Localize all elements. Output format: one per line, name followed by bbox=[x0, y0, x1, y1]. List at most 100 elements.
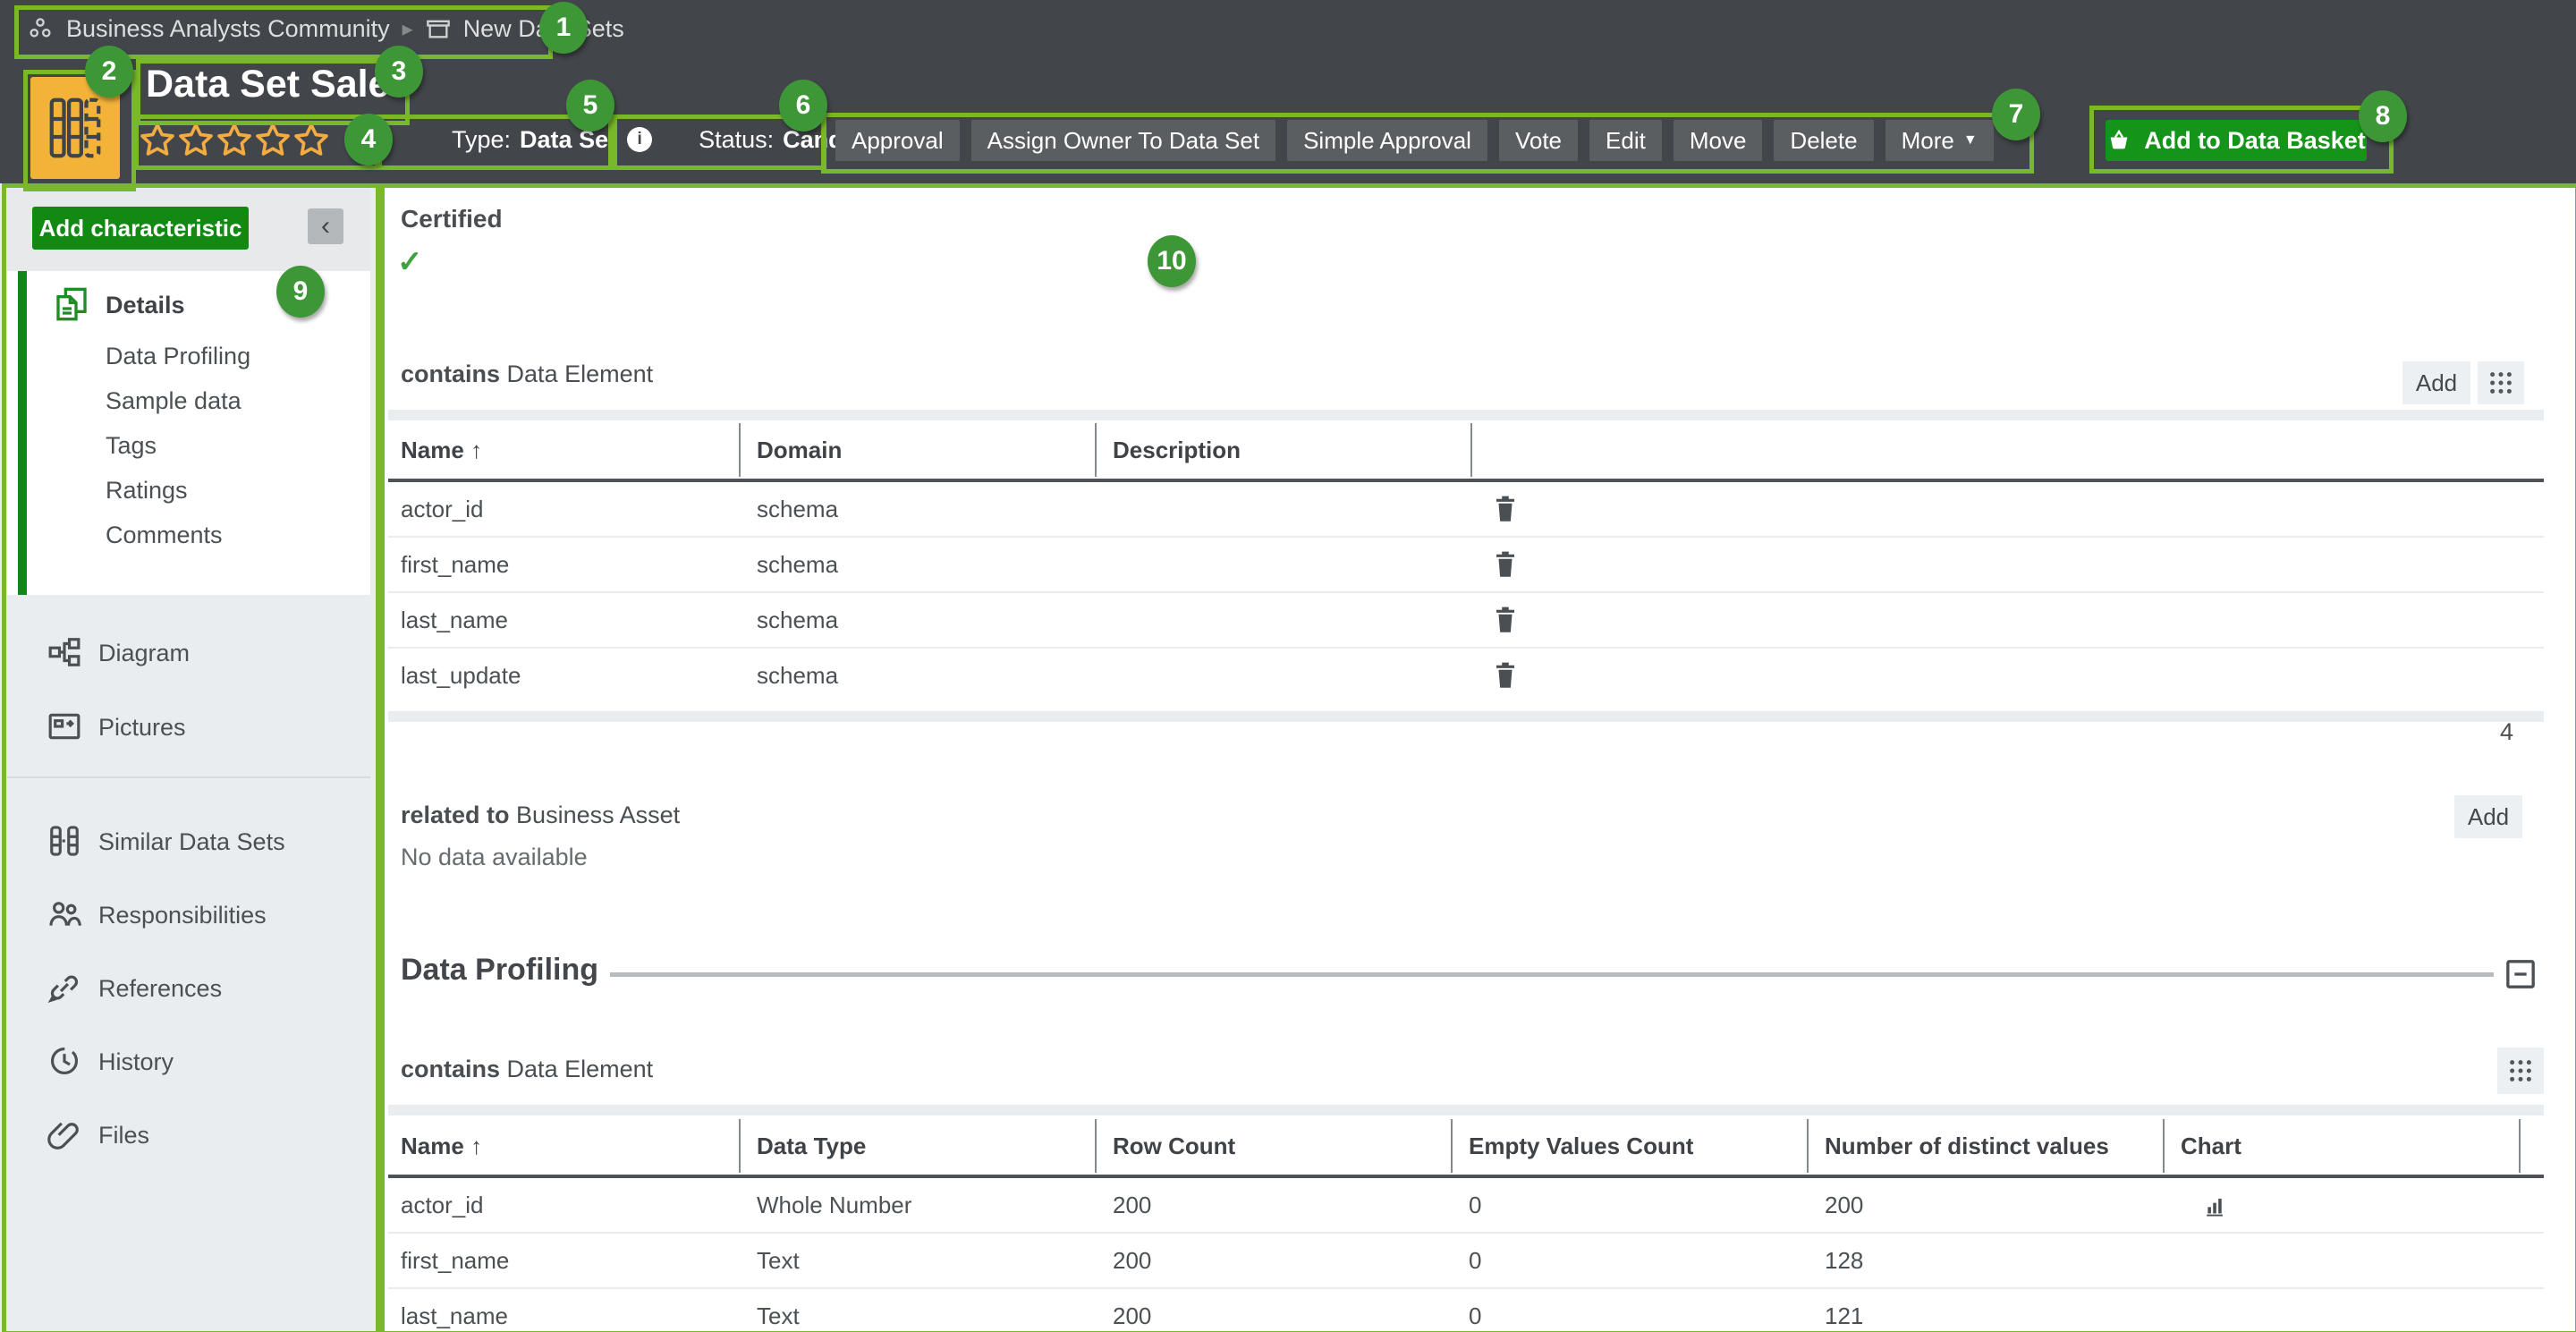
more-button[interactable]: More ▼ bbox=[1885, 120, 1994, 161]
contains-data-element-heading: contains Data Element bbox=[401, 361, 653, 388]
screen: Business Analysts Community ▸ New Data S… bbox=[0, 0, 2576, 1332]
delete-row-trash-icon[interactable] bbox=[1492, 494, 1519, 524]
rating-count: (0) bbox=[343, 126, 373, 154]
certified-heading: Certified bbox=[401, 205, 503, 233]
app-header: Business Analysts Community ▸ New Data S… bbox=[0, 0, 2576, 183]
add-related-button[interactable]: Add bbox=[2454, 795, 2522, 838]
info-icon[interactable]: i bbox=[627, 127, 652, 152]
column-settings-grid-icon[interactable] bbox=[2497, 1048, 2544, 1094]
column-header-row-count[interactable]: Row Count bbox=[1113, 1117, 1235, 1175]
community-icon bbox=[27, 15, 54, 42]
caret-down-icon: ▼ bbox=[1963, 120, 1978, 161]
sidebar-divider bbox=[7, 776, 370, 778]
sort-ascending-icon: ↑ bbox=[470, 437, 482, 463]
sidebar-item-data-profiling[interactable]: Data Profiling bbox=[106, 343, 250, 370]
sidebar-header: Add characteristic ‹ bbox=[7, 189, 370, 271]
sidebar-item-comments[interactable]: Comments bbox=[106, 522, 223, 549]
column-header-name[interactable]: Name ↑ bbox=[401, 421, 482, 479]
breadcrumb-community-link[interactable]: Business Analysts Community bbox=[66, 15, 390, 43]
pictures-icon bbox=[47, 708, 82, 744]
references-icon bbox=[47, 970, 82, 1005]
delete-row-trash-icon[interactable] bbox=[1492, 605, 1519, 635]
rating-stars[interactable] bbox=[140, 122, 329, 157]
assign-owner-button[interactable]: Assign Owner To Data Set bbox=[971, 120, 1275, 161]
star-icon bbox=[216, 122, 252, 157]
delete-button[interactable]: Delete bbox=[1774, 120, 1873, 161]
move-button[interactable]: Move bbox=[1674, 120, 1763, 161]
star-icon bbox=[255, 122, 291, 157]
sidebar-item-history[interactable]: History bbox=[98, 1048, 174, 1076]
table-top-strip bbox=[388, 410, 2544, 420]
table-row[interactable]: first_name Text 200 0 128 bbox=[388, 1234, 2544, 1289]
star-icon bbox=[293, 122, 329, 157]
vote-button[interactable]: Vote bbox=[1499, 120, 1578, 161]
contains-data-element-heading-2: contains Data Element bbox=[401, 1056, 653, 1083]
bar-chart-icon[interactable] bbox=[2206, 1193, 2229, 1217]
column-settings-grid-icon[interactable] bbox=[2478, 361, 2524, 404]
similar-data-sets-icon bbox=[47, 823, 82, 859]
column-header-empty-values[interactable]: Empty Values Count bbox=[1469, 1117, 1693, 1175]
sidebar-item-tags[interactable]: Tags bbox=[106, 432, 157, 460]
sidebar-item-pictures[interactable]: Pictures bbox=[98, 714, 186, 742]
column-header-domain[interactable]: Domain bbox=[757, 421, 842, 479]
table-row[interactable]: actor_id schema bbox=[388, 482, 2544, 538]
profiling-table-header: Name ↑ Data Type Row Count Empty Values … bbox=[388, 1117, 2544, 1175]
no-data-text: No data available bbox=[401, 844, 588, 871]
section-rule bbox=[610, 972, 2494, 977]
column-header-name[interactable]: Name ↑ bbox=[401, 1117, 482, 1175]
approval-button[interactable]: Approval bbox=[835, 120, 960, 161]
add-characteristic-button[interactable]: Add characteristic bbox=[32, 207, 249, 250]
add-to-data-basket-button[interactable]: Add to Data Basket bbox=[2106, 120, 2367, 161]
sidebar-item-sample-data[interactable]: Sample data bbox=[106, 387, 242, 415]
status-label: Status: bbox=[699, 126, 774, 154]
sidebar-item-files[interactable]: Files bbox=[98, 1122, 149, 1150]
diagram-icon bbox=[47, 634, 82, 670]
breadcrumb-separator-icon: ▸ bbox=[402, 16, 413, 42]
table-row[interactable]: first_name schema bbox=[388, 538, 2544, 593]
star-icon bbox=[140, 122, 175, 157]
add-data-element-button[interactable]: Add bbox=[2402, 361, 2470, 404]
table-row[interactable]: actor_id Whole Number 200 0 200 bbox=[388, 1178, 2544, 1234]
delete-row-trash-icon[interactable] bbox=[1492, 660, 1519, 691]
sidebar-item-diagram[interactable]: Diagram bbox=[98, 640, 190, 667]
table-bottom-strip bbox=[388, 711, 2544, 722]
row-count-total: 4 bbox=[2370, 718, 2513, 746]
history-icon bbox=[47, 1043, 82, 1079]
sidebar-details-section: Details Data Profiling Sample data Tags … bbox=[7, 271, 370, 595]
basket-icon bbox=[2106, 128, 2131, 153]
data-set-type-icon bbox=[30, 77, 120, 179]
contains-table-header: Name ↑ Domain Description bbox=[388, 421, 2544, 479]
files-paperclip-icon bbox=[47, 1116, 82, 1152]
certified-check-icon: ✓ bbox=[397, 244, 423, 280]
table-row[interactable]: last_update schema bbox=[388, 649, 2544, 702]
related-to-heading: related to Business Asset bbox=[401, 802, 680, 829]
breadcrumb: Business Analysts Community ▸ New Data S… bbox=[27, 13, 624, 45]
column-header-description[interactable]: Description bbox=[1113, 421, 1241, 479]
column-header-distinct-values[interactable]: Number of distinct values bbox=[1825, 1117, 2109, 1175]
sidebar-item-similar-data-sets[interactable]: Similar Data Sets bbox=[98, 828, 285, 856]
data-profiling-heading: Data Profiling bbox=[401, 953, 598, 988]
type-value: Data Set bbox=[520, 126, 616, 154]
delete-row-trash-icon[interactable] bbox=[1492, 549, 1519, 580]
sort-ascending-icon: ↑ bbox=[470, 1133, 482, 1159]
active-section-indicator bbox=[18, 271, 27, 595]
collapse-section-icon[interactable] bbox=[2503, 956, 2538, 992]
column-header-data-type[interactable]: Data Type bbox=[757, 1117, 866, 1175]
action-toolbar: Approval Assign Owner To Data Set Simple… bbox=[835, 120, 1994, 161]
table-row[interactable]: last_name schema bbox=[388, 593, 2544, 649]
domain-icon bbox=[426, 16, 451, 41]
asset-meta-row: (0) Type: Data Set i Status: Candidate bbox=[140, 118, 900, 161]
sidebar-item-responsibilities[interactable]: Responsibilities bbox=[98, 902, 267, 929]
table-top-strip bbox=[388, 1105, 2544, 1116]
breadcrumb-domain-link[interactable]: New Data Sets bbox=[463, 15, 624, 43]
details-document-icon bbox=[54, 286, 89, 322]
sidebar-item-ratings[interactable]: Ratings bbox=[106, 477, 188, 505]
table-row[interactable]: last_name Text 200 0 121 bbox=[388, 1289, 2544, 1332]
simple-approval-button[interactable]: Simple Approval bbox=[1287, 120, 1487, 161]
sidebar-item-references[interactable]: References bbox=[98, 975, 222, 1003]
column-header-chart[interactable]: Chart bbox=[2181, 1117, 2241, 1175]
main-content: Certified ✓ contains Data Element Add Na… bbox=[376, 183, 2576, 1332]
sidebar-item-details[interactable]: Details bbox=[106, 292, 185, 319]
edit-button[interactable]: Edit bbox=[1589, 120, 1662, 161]
sidebar-collapse-button[interactable]: ‹ bbox=[308, 208, 343, 244]
